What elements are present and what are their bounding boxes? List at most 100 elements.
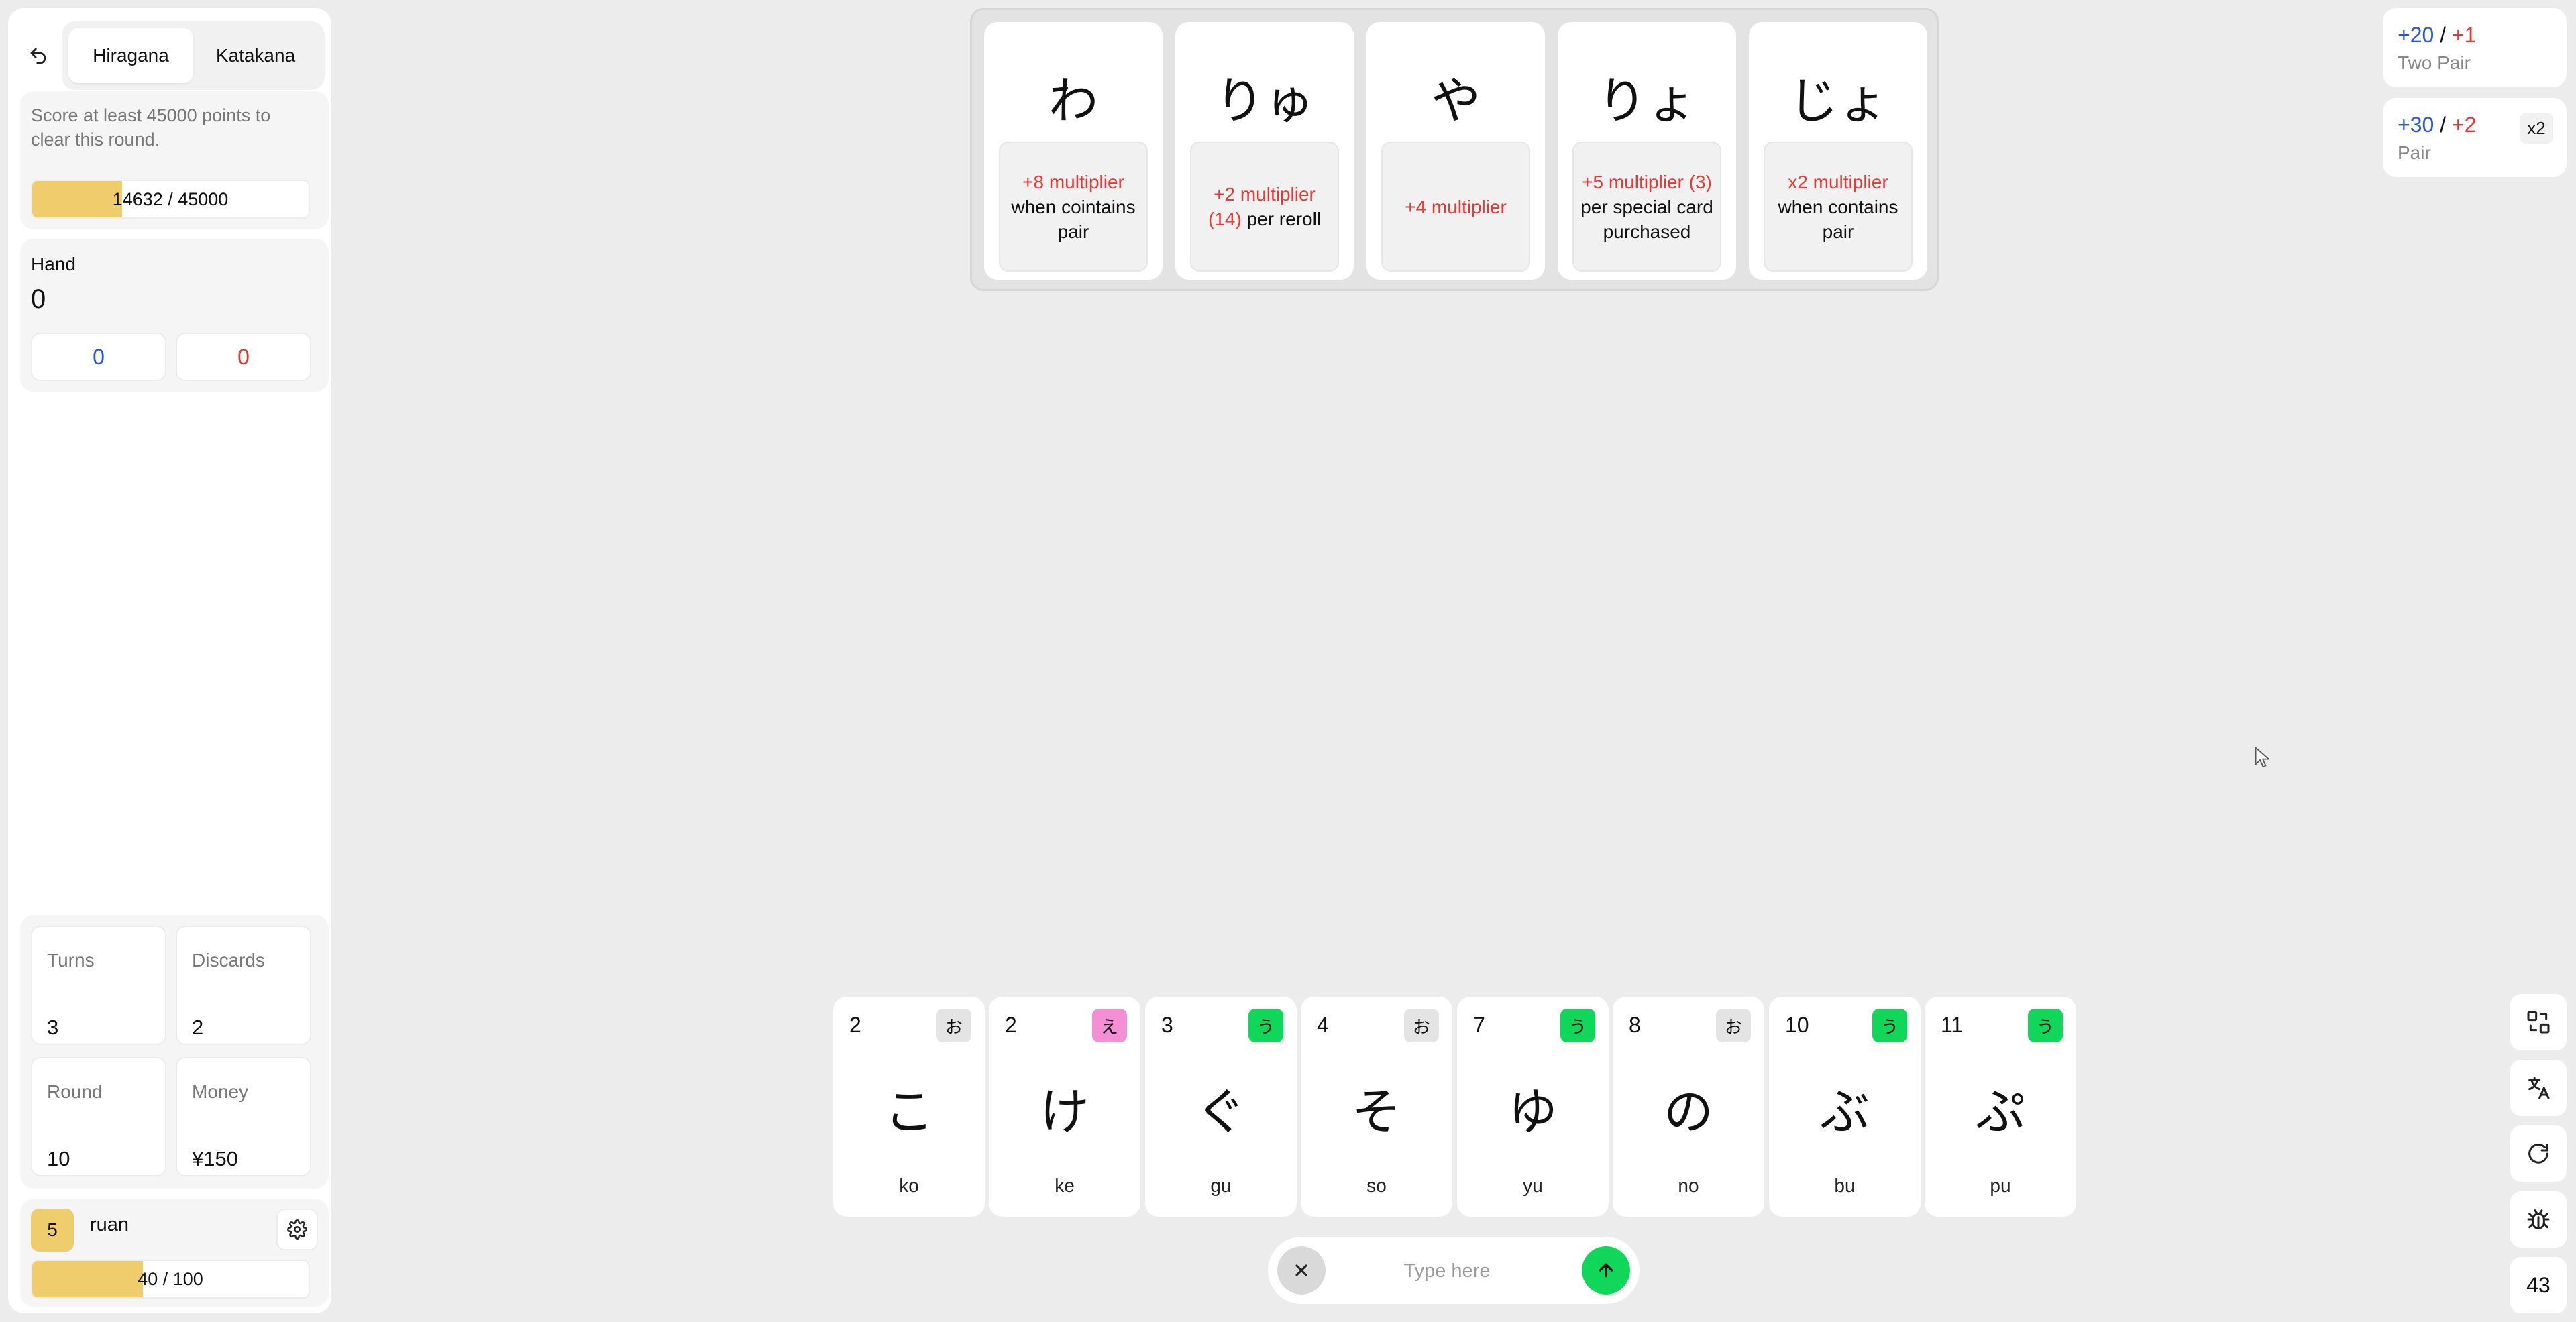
round-stat: Round 10 [31,1057,166,1176]
card-value: 4 [1317,1013,1329,1037]
player-level-badge: 5 [31,1209,74,1252]
hand-card[interactable]: 11 う ぷ pu [1925,997,2076,1217]
money-label: Money [192,1081,249,1102]
hand-rule-chips: +30 [2398,113,2434,137]
joker-kana: じょ [1788,73,1888,129]
joker-description-text: x2 multiplier when contains pair [1772,170,1904,244]
jokers-tray: わ +8 multiplier when cointains pair りゅ +… [970,8,1939,291]
script-tabs: Hiragana Katakana [62,21,325,90]
gear-icon [287,1219,307,1240]
sidebar: Hiragana Katakana Score at least 45000 p… [8,8,331,1313]
hand-label: Hand [31,254,76,274]
hand-rule-mult: +1 [2451,23,2477,47]
joker-description-text: +8 multiplier when cointains pair [1007,170,1140,244]
card-kana: ぐ [1196,1084,1246,1140]
joker-card[interactable]: りゅ +2 multiplier (14) per reroll [1175,22,1354,280]
hand-chips-value: 0 [31,333,166,381]
card-romaji: pu [1990,1175,2011,1196]
xp-progress-text: 40 / 100 [138,1268,203,1289]
player-name: ruan [90,1214,129,1235]
card-value: 10 [1785,1013,1809,1037]
joker-kana: りゅ [1215,73,1314,129]
translate-button[interactable] [2510,1060,2567,1116]
money-stat: Money ¥150 [176,1057,311,1176]
card-kana: こ [884,1084,934,1140]
refresh-button[interactable] [2510,1125,2567,1182]
hand-rule-mult: +2 [2451,113,2477,137]
swap-icon [2527,1011,2550,1034]
turns-stat: Turns 3 [31,926,166,1045]
card-kana: そ [1352,1084,1401,1140]
card-vowel-badge: う [2028,1009,2063,1042]
hand-score-value: 0 [31,284,46,314]
round-value: 10 [47,1147,70,1170]
money-value: ¥150 [192,1147,238,1170]
card-romaji: no [1678,1175,1699,1196]
joker-effect-condition: when cointains pair [1011,196,1136,242]
round-goal-panel: Score at least 45000 points to clear thi… [20,91,329,229]
joker-kana: りょ [1597,73,1697,129]
joker-description: +4 multiplier [1381,142,1530,272]
tab-hiragana[interactable]: Hiragana [68,28,193,83]
refresh-icon [2528,1144,2548,1164]
hand-rule-name: Two Pair [2398,52,2471,73]
joker-effect-condition: per special card purchased [1580,196,1713,242]
joker-card[interactable]: じょ x2 multiplier when contains pair [1749,22,1927,280]
bug-icon [2527,1209,2550,1229]
deck-count-button[interactable]: 43 [2510,1257,2567,1313]
joker-description: +5 multiplier (3) per special card purch… [1572,142,1721,272]
turns-label: Turns [47,950,95,971]
hand-mult-value: 0 [176,333,311,381]
card-value: 11 [1941,1013,1964,1037]
card-vowel-badge: う [1248,1009,1283,1042]
hand-rule-two-pair: +20 / +1 Two Pair [2383,8,2567,87]
joker-description: x2 multiplier when contains pair [1764,142,1913,272]
joker-description-text: +5 multiplier (3) per special card purch… [1580,170,1713,244]
card-vowel-badge: お [936,1009,971,1042]
swap-button[interactable] [2510,994,2567,1050]
joker-kana: わ [1049,73,1098,129]
card-value: 2 [849,1013,861,1037]
joker-effect-value: x2 multiplier [1788,171,1888,192]
card-kana: ぶ [1820,1084,1870,1140]
card-romaji: yu [1523,1175,1543,1196]
back-button[interactable] [23,40,54,71]
joker-effect-value: +4 multiplier [1405,196,1507,217]
joker-card[interactable]: わ +8 multiplier when cointains pair [984,22,1163,280]
joker-card[interactable]: りょ +5 multiplier (3) per special card pu… [1558,22,1736,280]
card-value: 3 [1161,1013,1173,1037]
stats-panel: Turns 3 Discards 2 Round 10 Money ¥150 [20,915,329,1189]
hand-rule-chips: +20 [2398,23,2434,47]
hand-card[interactable]: 3 う ぐ gu [1145,997,1297,1217]
hand-card[interactable]: 8 お の no [1613,997,1764,1217]
hand-rule-score: +30 / +2 [2398,113,2476,137]
card-value: 7 [1473,1013,1485,1037]
card-kana: ゆ [1508,1084,1558,1140]
discards-stat: Discards 2 [176,926,311,1045]
hand-card[interactable]: 4 お そ so [1301,997,1452,1217]
player-panel: 5 ruan 40 / 100 [20,1199,329,1307]
deck-count: 43 [2526,1272,2551,1297]
card-romaji: ke [1055,1175,1075,1196]
translate-icon [2528,1077,2550,1099]
settings-button[interactable] [276,1209,318,1250]
hand-card[interactable]: 7 う ゆ yu [1457,997,1609,1217]
tab-katakana[interactable]: Katakana [193,28,318,83]
joker-effect-value: +8 multiplier [1022,171,1124,192]
hand-card[interactable]: 2 お こ ko [833,997,985,1217]
answer-input[interactable] [1348,1250,1546,1292]
card-value: 2 [1005,1013,1017,1037]
hand-rule-level-badge: x2 [2520,113,2553,144]
card-vowel-badge: え [1092,1009,1127,1042]
hand-rule-name: Pair [2398,142,2431,163]
undo-arrow-icon [30,48,46,64]
hand-card[interactable]: 10 う ぶ bu [1769,997,1921,1217]
bug-report-button[interactable] [2510,1191,2567,1248]
submit-button[interactable] [1582,1246,1630,1295]
joker-description-text: +2 multiplier (14) per reroll [1198,182,1331,231]
score-progress-bar: 14632 / 45000 [31,180,310,219]
answer-bar [1268,1237,1640,1304]
clear-button[interactable] [1277,1246,1326,1295]
hand-card[interactable]: 2 え け ke [989,997,1140,1217]
joker-card[interactable]: や +4 multiplier [1366,22,1545,280]
